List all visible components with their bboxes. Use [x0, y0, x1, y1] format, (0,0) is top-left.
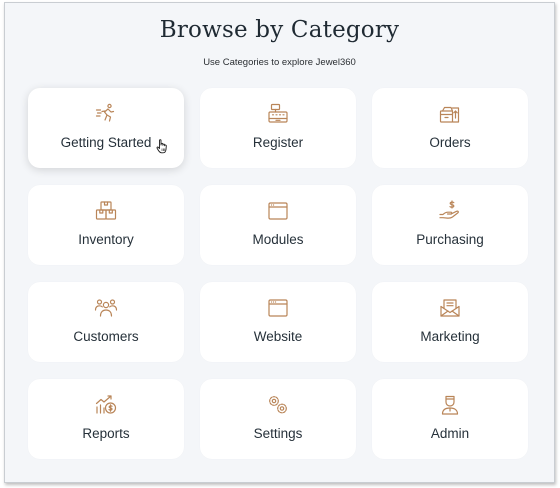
category-label: Marketing	[420, 329, 480, 344]
category-card-purchasing[interactable]: Purchasing	[372, 185, 528, 265]
category-card-orders[interactable]: Orders	[372, 88, 528, 168]
category-card-admin[interactable]: Admin	[372, 379, 528, 459]
stacked-boxes-icon	[28, 199, 184, 223]
category-label: Customers	[73, 329, 139, 344]
category-card-getting-started[interactable]: Getting Started	[28, 88, 184, 168]
hand-pointer-cursor-icon	[156, 139, 168, 158]
category-label: Modules	[252, 232, 304, 247]
category-card-inventory[interactable]: Inventory	[28, 185, 184, 265]
page-title: Browse by Category	[159, 17, 400, 43]
people-icon	[28, 296, 184, 320]
browser-icon	[200, 296, 356, 320]
category-label: Admin	[430, 426, 470, 441]
category-label: Register	[252, 135, 304, 150]
category-card-settings[interactable]: Settings	[200, 379, 356, 459]
hand-dollar-icon	[372, 199, 528, 223]
admin-person-icon	[372, 393, 528, 417]
page-subtitle: Use Categories to explore Jewel360	[203, 57, 356, 68]
category-label: Settings	[253, 426, 303, 441]
category-card-register[interactable]: Register	[200, 88, 356, 168]
category-card-customers[interactable]: Customers	[28, 282, 184, 362]
window-icon	[200, 199, 356, 223]
chart-dollar-icon	[28, 393, 184, 417]
category-label: Website	[253, 329, 303, 344]
category-grid: Getting Started Register Orders Inventor…	[28, 88, 528, 459]
category-card-modules[interactable]: Modules	[200, 185, 356, 265]
gears-icon	[200, 393, 356, 417]
category-label: Purchasing	[416, 232, 484, 247]
category-label: Reports	[82, 426, 130, 441]
page-frame: Browse by Category Use Categories to exp…	[4, 2, 555, 483]
boxes-icon	[372, 102, 528, 126]
category-label: Inventory	[78, 232, 134, 247]
category-card-reports[interactable]: Reports	[28, 379, 184, 459]
category-card-website[interactable]: Website	[200, 282, 356, 362]
category-label: Orders	[429, 135, 471, 150]
cash-register-icon	[200, 102, 356, 126]
mail-icon	[372, 296, 528, 320]
category-card-marketing[interactable]: Marketing	[372, 282, 528, 362]
running-person-icon	[28, 102, 184, 126]
